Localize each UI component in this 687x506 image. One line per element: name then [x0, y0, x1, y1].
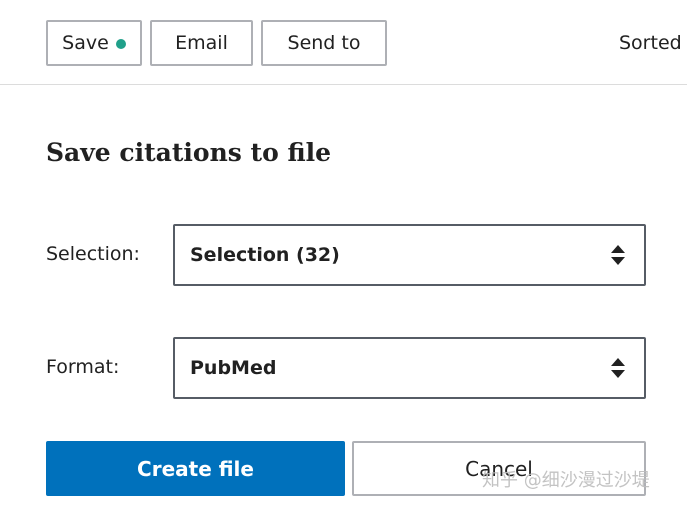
save-button[interactable]: Save	[46, 20, 142, 66]
format-select-value: PubMed	[190, 357, 277, 379]
selection-select[interactable]: Selection (32)	[173, 224, 646, 286]
save-button-label: Save	[62, 32, 109, 54]
selection-label: Selection:	[46, 243, 140, 265]
email-button[interactable]: Email	[150, 20, 253, 66]
panel-title: Save citations to file	[46, 138, 332, 167]
format-select[interactable]: PubMed	[173, 337, 646, 399]
watermark-text: 知乎 @细沙漫过沙堤	[482, 470, 650, 491]
format-label: Format:	[46, 356, 120, 378]
email-button-label: Email	[175, 32, 228, 54]
save-active-indicator-icon	[115, 39, 126, 49]
results-toolbar: Save Email Send to Sorted	[0, 0, 687, 85]
up-down-arrows-icon	[611, 245, 625, 265]
create-file-button[interactable]: Create file	[46, 441, 345, 496]
save-citations-page: Save Email Send to Sorted Save citations…	[0, 0, 687, 506]
sort-menu-trigger[interactable]: Sorted	[619, 32, 682, 54]
send-to-button[interactable]: Send to	[261, 20, 387, 66]
selection-select-value: Selection (32)	[190, 244, 340, 266]
up-down-arrows-icon	[611, 358, 625, 378]
send-to-button-label: Send to	[287, 32, 361, 54]
